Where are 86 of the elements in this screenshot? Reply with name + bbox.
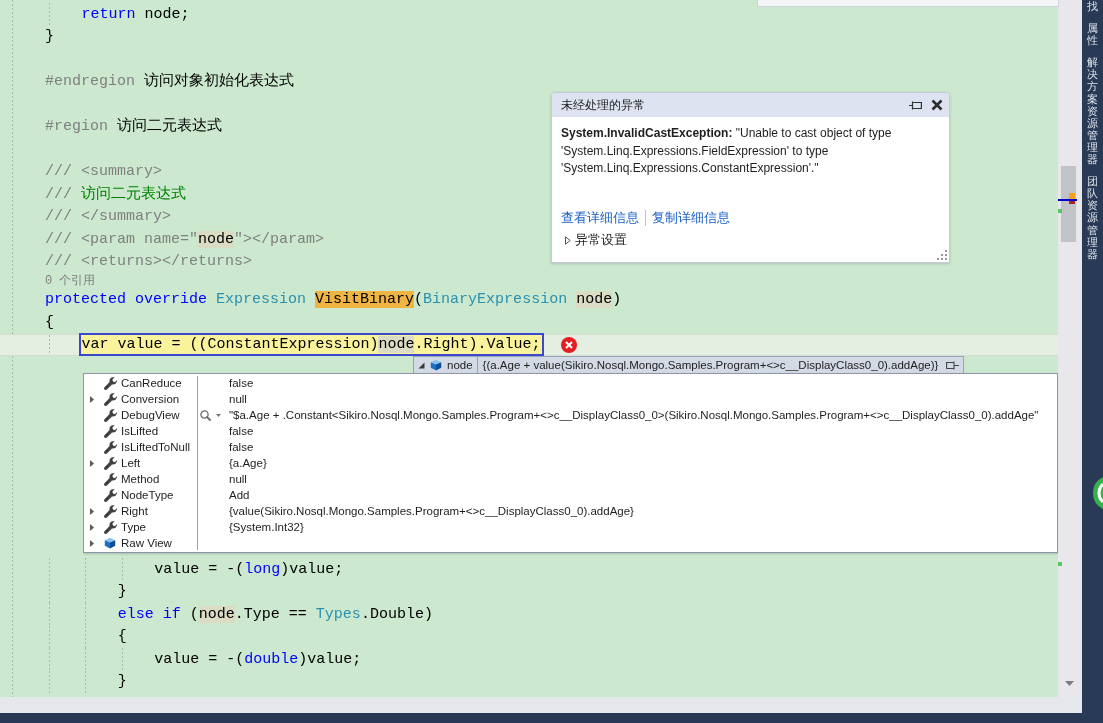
wrench-icon (103, 456, 117, 470)
expand-arrow-icon[interactable] (90, 395, 94, 403)
wrench-icon (103, 376, 117, 390)
code-line: /// 访问二元表达式 (45, 184, 186, 204)
code-line: value = -(long)value; (154, 559, 344, 579)
member-name: Left (121, 457, 141, 469)
member-name: IsLiftedToNull (121, 441, 191, 453)
variable-name: node (446, 357, 474, 373)
wrench-icon (103, 424, 117, 438)
pin-icon[interactable] (946, 360, 960, 370)
horizontal-scrollbar[interactable] (0, 697, 1082, 713)
dock-tab[interactable]: 解决方案资源管理器 (1087, 56, 1098, 166)
wrench-icon (103, 488, 117, 502)
code-line: } (45, 27, 54, 47)
expand-arrow-icon[interactable] (90, 507, 94, 515)
wrench-icon (103, 408, 117, 422)
code-line: /// </summary> (45, 207, 172, 227)
member-value: "$a.Age + .Constant<Sikiro.Nosql.Mongo.Samples.Program+<>c__DisplayClass0_0>(Sikiro.Nosql.Mongo.Samples.Program+<>c__DisplayClass0_0).addAge" (229, 409, 1039, 421)
code-line: #endregion 访问对象初始化表达式 (45, 72, 295, 92)
member-value: {a.Age} (229, 457, 267, 469)
member-name: Raw View (121, 537, 172, 549)
member-value: false (229, 425, 254, 437)
exception-message: System.InvalidCastException: "Unable to cast object of type 'System.Linq.Expressions.FieldExpression' to type 'System.Linq.Expressions.ConstantExpression'." (561, 125, 893, 177)
cube-icon (430, 359, 442, 371)
expand-arrow-icon[interactable] (90, 523, 94, 531)
code-line: } (117, 672, 127, 692)
code-line: { (117, 627, 127, 647)
member-value: null (229, 473, 247, 485)
member-value: {value(Sikiro.Nosql.Mongo.Samples.Program+<>c__DisplayClass0_0).addAge} (229, 505, 634, 517)
member-value: null (229, 393, 247, 405)
magnifier-icon[interactable] (200, 409, 211, 421)
floating-widget-icon[interactable] (1092, 474, 1103, 512)
scroll-down-arrow-icon[interactable] (1065, 681, 1074, 686)
member-name: NodeType (121, 489, 174, 501)
scrollbar-thumb[interactable] (1061, 166, 1076, 242)
change-marker (1058, 209, 1062, 213)
details-link[interactable]: 查看详细信息 (561, 209, 639, 227)
member-name: Conversion (121, 393, 180, 405)
warning-marker (1069, 193, 1075, 199)
expand-arrow-icon[interactable] (90, 459, 94, 467)
member-value: false (229, 377, 254, 389)
member-name: Method (121, 473, 160, 485)
exception-settings-toggle[interactable]: 异常设置 (561, 231, 627, 249)
caret-icon[interactable] (216, 413, 221, 417)
code-line: else if (node.Type == Types.Double) (117, 604, 433, 624)
dock-tab[interactable]: 团队资源管理器 (1087, 175, 1098, 260)
dock-tab[interactable]: 找 (1087, 0, 1098, 13)
code-line: /// <summary> (45, 162, 163, 182)
current-statement: var value = ((ConstantExpression)node.Right).Value; (79, 333, 544, 357)
wrench-icon (103, 392, 117, 406)
expand-arrow-icon[interactable] (418, 361, 425, 369)
member-name: CanReduce (121, 377, 182, 389)
wrench-icon (103, 520, 117, 534)
wrench-icon (103, 504, 117, 518)
variable-value: {(a.Age + value(Sikiro.Nosql.Mongo.Samples.Program+<>c__DisplayClass0_0).addAge)} (481, 357, 940, 373)
member-value: Add (229, 489, 250, 501)
change-marker (1058, 562, 1062, 566)
details-link[interactable]: 复制详细信息 (652, 209, 730, 227)
error-icon (560, 336, 577, 353)
code-line: { (45, 312, 54, 332)
member-name: Type (121, 521, 146, 533)
error-marker (1069, 201, 1075, 204)
caret-position-marker (1058, 199, 1077, 201)
code-line: protected override Expression VisitBinary(BinaryExpression node) (45, 290, 622, 310)
member-value: {System.Int32} (229, 521, 304, 533)
member-name: DebugView (121, 409, 180, 421)
wrench-icon (103, 440, 117, 454)
popup-title: 未经处理的异常 (561, 97, 645, 113)
expand-arrow-icon[interactable] (565, 235, 571, 245)
code-line: } (117, 582, 127, 602)
pin-icon[interactable] (909, 100, 922, 110)
resize-grip-icon[interactable] (935, 249, 947, 260)
code-line: value = -(double)value; (154, 649, 362, 669)
code-line: /// <returns></returns> (45, 252, 253, 272)
member-name: IsLifted (121, 425, 159, 437)
expand-arrow-icon[interactable] (90, 539, 94, 547)
dock-tab[interactable]: 属性 (1087, 22, 1098, 47)
close-icon[interactable] (931, 99, 943, 111)
vertical-scrollbar[interactable] (1058, 0, 1082, 697)
wrench-icon (103, 472, 117, 486)
code-line: #region 访问二元表达式 (45, 117, 223, 137)
code-line: /// <param name="node"></param> (45, 229, 325, 249)
cube-icon (104, 537, 116, 549)
member-name: Right (121, 505, 148, 517)
member-value: false (229, 441, 254, 453)
code-line: return node; (81, 4, 190, 24)
